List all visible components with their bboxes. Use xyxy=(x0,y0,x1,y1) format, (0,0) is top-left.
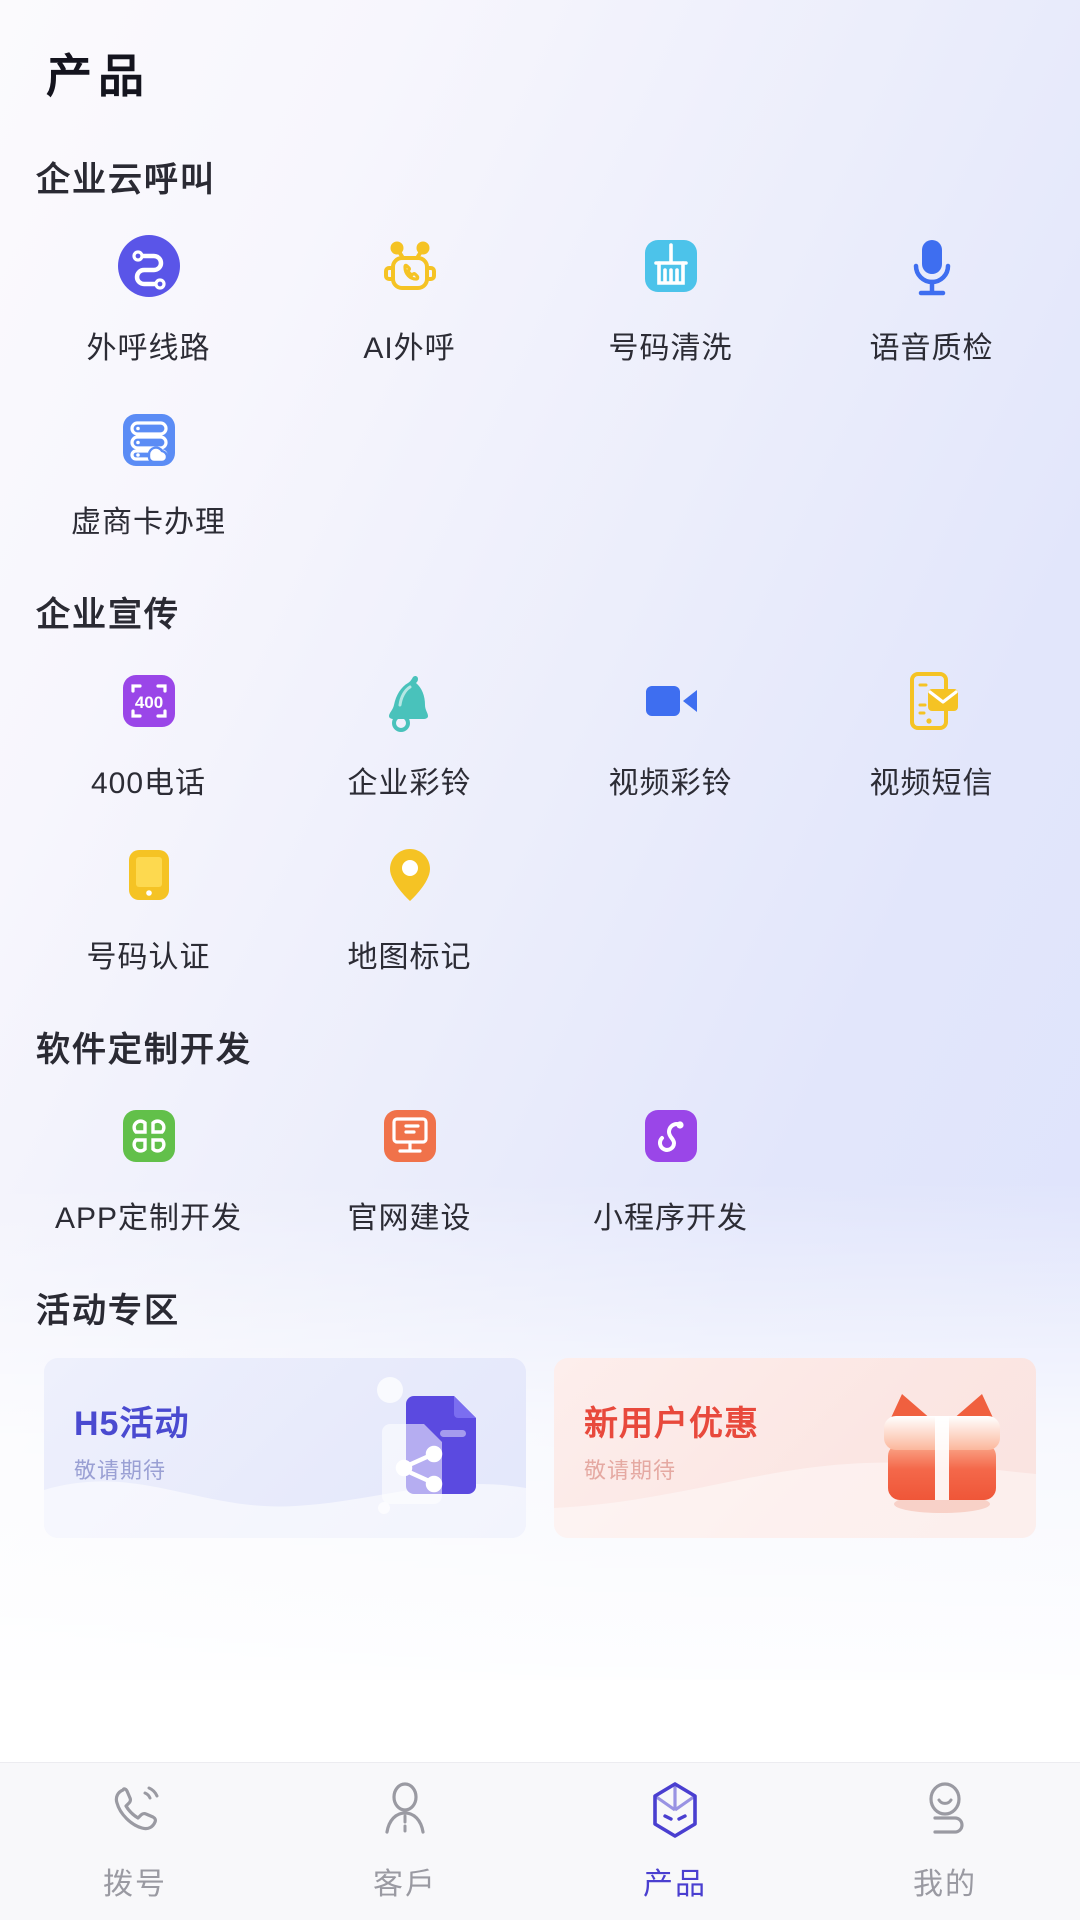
tile-label: 虚商卡办理 xyxy=(71,506,226,539)
banner-title: H5活动 xyxy=(74,1405,190,1443)
section-cloud-call: 企业云呼叫 外呼线路 AI外呼 号码清洗 语音质检 虚商卡办理 xyxy=(0,152,1080,541)
page-content: 产品 企业云呼叫 外呼线路 AI外呼 号码清洗 语音质检 虚商卡办理 企业宣传 … xyxy=(0,0,1080,1920)
banner-text: H5活动 敬请期待 xyxy=(74,1396,189,1485)
tile-map-marker[interactable]: 地图标记 xyxy=(279,836,540,976)
section-title: 企业宣传 xyxy=(36,596,180,634)
icon-grid: 外呼线路 AI外呼 号码清洗 语音质检 虚商卡办理 xyxy=(0,227,1080,541)
tile-label: 号码清洗 xyxy=(608,332,733,365)
microphone-icon xyxy=(893,227,971,305)
tile-label: 官网建设 xyxy=(347,1202,472,1235)
tab-customer[interactable]: 客戶 xyxy=(270,1763,540,1920)
tile-label: APP定制开发 xyxy=(54,1202,243,1235)
robot-phone-icon xyxy=(371,227,449,305)
user-profile-icon xyxy=(915,1780,975,1845)
map-pin-icon xyxy=(371,836,449,914)
bottom-navigation: 拨号 客戶 产品 我的 xyxy=(0,1762,1080,1920)
gift-box-icon xyxy=(862,1368,1022,1533)
tab-product[interactable]: 产品 xyxy=(540,1763,810,1920)
banner-row: H5活动 敬请期待 新用户优惠 敬请期待 xyxy=(0,1358,1080,1538)
tile-app-development[interactable]: APP定制开发 xyxy=(18,1097,279,1237)
cube-box-icon xyxy=(645,1780,705,1845)
banner-text: 新用户优惠 敬请期待 xyxy=(584,1396,759,1485)
tile-label: 语音质检 xyxy=(869,332,994,365)
tile-number-verify[interactable]: 号码认证 xyxy=(18,836,279,976)
tile-label: 视频短信 xyxy=(869,767,994,800)
bell-ring-icon xyxy=(371,662,449,740)
phone-call-icon xyxy=(105,1780,165,1845)
icon-grid: APP定制开发 官网建设 小程序开发 xyxy=(0,1097,1080,1237)
route-circle-icon xyxy=(110,227,188,305)
tile-400-phone[interactable]: 400 400电话 xyxy=(18,662,279,802)
tile-enterprise-ringtone[interactable]: 企业彩铃 xyxy=(279,662,540,802)
tab-mine[interactable]: 我的 xyxy=(810,1763,1080,1920)
tile-number-cleaning[interactable]: 号码清洗 xyxy=(540,227,801,367)
video-camera-icon xyxy=(632,662,710,740)
tile-label: 号码认证 xyxy=(86,941,211,974)
tile-label: 视频彩铃 xyxy=(608,767,733,800)
tile-outbound-line[interactable]: 外呼线路 xyxy=(18,227,279,367)
tile-label: 外呼线路 xyxy=(86,332,211,365)
banner-subtitle: 敬请期待 xyxy=(74,1458,167,1483)
tile-website-build[interactable]: 官网建设 xyxy=(279,1097,540,1237)
tab-label: 我的 xyxy=(913,1868,977,1901)
tile-label: 地图标记 xyxy=(347,941,472,974)
tile-voice-qc[interactable]: 语音质检 xyxy=(801,227,1062,367)
tab-label: 产品 xyxy=(643,1868,707,1901)
banner-h5-activity[interactable]: H5活动 敬请期待 xyxy=(44,1358,526,1538)
monitor-icon xyxy=(371,1097,449,1175)
share-document-icon xyxy=(362,1368,512,1533)
customer-person-icon xyxy=(375,1780,435,1845)
section-software: 软件定制开发 APP定制开发 官网建设 小程序开发 xyxy=(0,1022,1080,1237)
section-activity: 活动专区 H5活动 敬请期待 新用户优惠 敬请期待 xyxy=(0,1283,1080,1538)
phone-message-icon xyxy=(893,662,971,740)
broom-clean-icon xyxy=(632,227,710,305)
section-title: 企业云呼叫 xyxy=(36,161,216,199)
tile-ai-outbound[interactable]: AI外呼 xyxy=(279,227,540,367)
banner-subtitle: 敬请期待 xyxy=(584,1458,677,1483)
tile-label: 企业彩铃 xyxy=(347,767,472,800)
tile-label: 400电话 xyxy=(90,767,207,800)
tile-miniprogram-development[interactable]: 小程序开发 xyxy=(540,1097,801,1237)
tile-video-sms[interactable]: 视频短信 xyxy=(801,662,1062,802)
server-cloud-icon xyxy=(110,401,188,479)
tile-label: AI外呼 xyxy=(363,332,456,365)
app-grid-icon xyxy=(110,1097,188,1175)
svg-text:400: 400 xyxy=(134,693,162,712)
tab-dial[interactable]: 拨号 xyxy=(0,1763,270,1920)
phone-verify-icon xyxy=(110,836,188,914)
400-phone-icon: 400 xyxy=(110,662,188,740)
tile-label: 小程序开发 xyxy=(593,1202,748,1235)
section-title: 软件定制开发 xyxy=(36,1031,252,1069)
page-title: 产品 xyxy=(46,50,150,102)
tab-label: 拨号 xyxy=(103,1868,167,1901)
banner-new-user-offer[interactable]: 新用户优惠 敬请期待 xyxy=(554,1358,1036,1538)
tile-video-ringtone[interactable]: 视频彩铃 xyxy=(540,662,801,802)
tab-label: 客戶 xyxy=(373,1868,437,1901)
section-promotion: 企业宣传 400 400电话 企业彩铃 视频彩铃 视频短信 号码认证 地图标记 xyxy=(0,587,1080,976)
miniprogram-icon xyxy=(632,1097,710,1175)
app-screen: 产品 企业云呼叫 外呼线路 AI外呼 号码清洗 语音质检 虚商卡办理 企业宣传 … xyxy=(0,0,1080,1920)
icon-grid: 400 400电话 企业彩铃 视频彩铃 视频短信 号码认证 地图标记 xyxy=(0,662,1080,976)
banner-title: 新用户优惠 xyxy=(584,1405,759,1443)
section-title: 活动专区 xyxy=(36,1292,180,1330)
tile-virtual-card[interactable]: 虚商卡办理 xyxy=(18,401,279,541)
